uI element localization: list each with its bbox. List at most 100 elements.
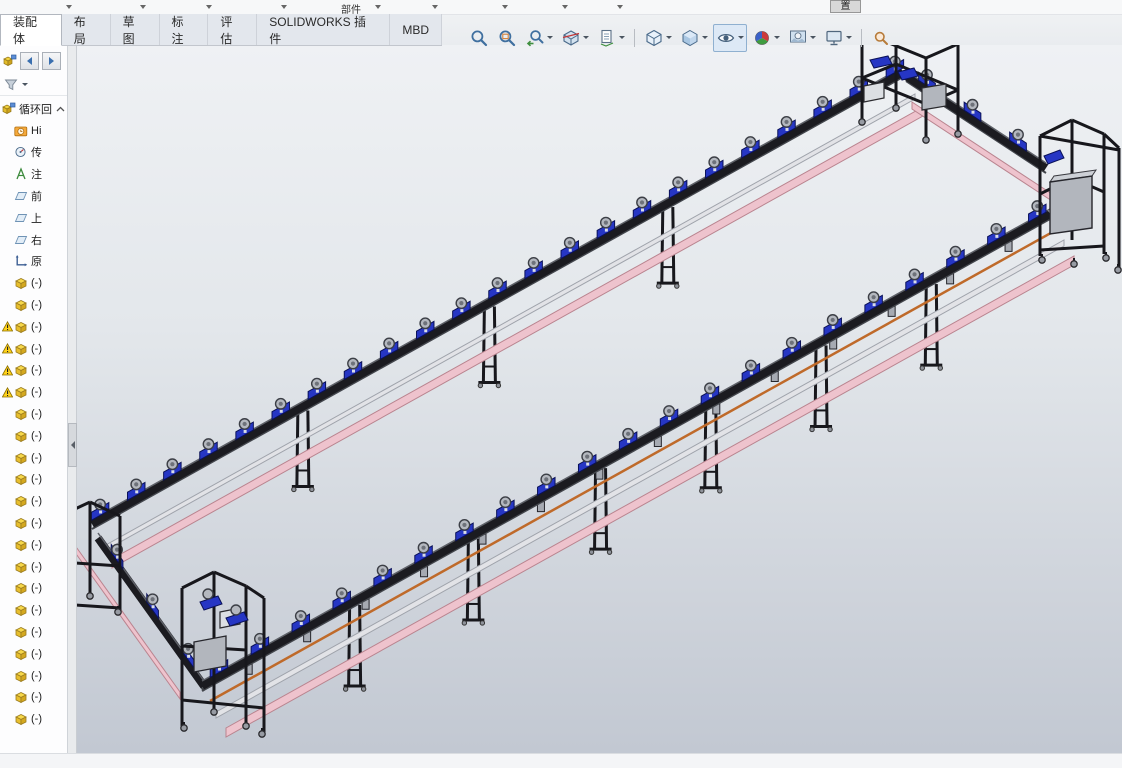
graphics-viewport[interactable] bbox=[77, 45, 1122, 753]
tree-item-component[interactable]: (-) bbox=[0, 469, 67, 491]
tree-item-history[interactable]: Hi bbox=[0, 120, 67, 142]
display-style-button[interactable] bbox=[677, 24, 711, 52]
arrow-left-icon bbox=[27, 57, 32, 65]
edit-appearance-button[interactable] bbox=[749, 24, 783, 52]
tree-item-component[interactable]: (-) bbox=[0, 360, 67, 382]
assembly-icon bbox=[2, 102, 16, 116]
dropdown-caret-icon[interactable] bbox=[375, 5, 381, 9]
panel-splitter[interactable] bbox=[68, 45, 77, 753]
tree-item-component[interactable]: (-) bbox=[0, 621, 67, 643]
tree-item-plane[interactable]: 上 bbox=[0, 207, 67, 229]
tree-item-component[interactable]: (-) bbox=[0, 294, 67, 316]
previous-view-button[interactable] bbox=[522, 24, 556, 52]
tree-item-label: (-) bbox=[31, 670, 42, 682]
tab-layout[interactable]: 布局 bbox=[62, 14, 111, 45]
tree-item-label: 传 bbox=[31, 144, 42, 160]
dropdown-caret-icon[interactable] bbox=[774, 36, 780, 39]
dropdown-caret-icon[interactable] bbox=[502, 5, 508, 9]
tree-item-component[interactable]: (-) bbox=[0, 556, 67, 578]
tree-item-plane[interactable]: 右 bbox=[0, 229, 67, 251]
warning-icon bbox=[2, 321, 14, 332]
tree-item-component[interactable]: (-) bbox=[0, 708, 67, 730]
panel-back-button[interactable] bbox=[20, 52, 39, 70]
dropdown-caret-icon[interactable] bbox=[702, 36, 708, 39]
tree-item-component[interactable]: (-) bbox=[0, 665, 67, 687]
tree-item-sensors[interactable]: 传 bbox=[0, 142, 67, 164]
component-icon bbox=[14, 669, 28, 683]
dropdown-caret-icon[interactable] bbox=[846, 36, 852, 39]
dropdown-caret-icon[interactable] bbox=[562, 5, 568, 9]
tree-item-label: (-) bbox=[31, 626, 42, 638]
tree-item-component[interactable]: (-) bbox=[0, 599, 67, 621]
tree-item-component[interactable]: (-) bbox=[0, 403, 67, 425]
filter-funnel-icon[interactable] bbox=[4, 77, 18, 91]
tree-item-label: (-) bbox=[31, 321, 42, 333]
zoom-to-fit-button[interactable] bbox=[466, 24, 492, 52]
tree-item-plane[interactable]: 前 bbox=[0, 185, 67, 207]
tree-item-component[interactable]: (-) bbox=[0, 643, 67, 665]
component-icon bbox=[14, 298, 28, 312]
dropdown-caret-icon[interactable] bbox=[583, 36, 589, 39]
tree-item-component[interactable]: (-) bbox=[0, 512, 67, 534]
tree-item-component[interactable]: (-) bbox=[0, 490, 67, 512]
appearance-ball-icon bbox=[752, 28, 772, 48]
dropdown-caret-icon[interactable] bbox=[432, 5, 438, 9]
tree-filter[interactable] bbox=[0, 73, 67, 96]
component-icon bbox=[14, 320, 28, 334]
view-orientation-button[interactable] bbox=[641, 24, 675, 52]
dropdown-caret-icon[interactable] bbox=[619, 36, 625, 39]
view-settings-button[interactable] bbox=[821, 24, 855, 52]
warning-icon bbox=[2, 387, 14, 398]
dropdown-caret-icon[interactable] bbox=[206, 5, 212, 9]
component-icon bbox=[14, 647, 28, 661]
tree-item-component[interactable]: (-) bbox=[0, 425, 67, 447]
tree-item-component[interactable]: (-) bbox=[0, 338, 67, 360]
component-icon bbox=[14, 385, 28, 399]
zoom-to-area-button[interactable] bbox=[494, 24, 520, 52]
magnified-selection-button[interactable] bbox=[868, 24, 894, 52]
tab-assembly[interactable]: 装配体 bbox=[0, 14, 62, 46]
tree-item-origin[interactable]: 原 bbox=[0, 251, 67, 273]
dropdown-caret-icon[interactable] bbox=[810, 36, 816, 39]
hide-show-items-button[interactable] bbox=[713, 24, 747, 52]
tree-item-component[interactable]: (-) bbox=[0, 687, 67, 709]
tab-sketch[interactable]: 草图 bbox=[111, 14, 160, 45]
tree-item-component[interactable]: (-) bbox=[0, 578, 67, 600]
section-view-button[interactable] bbox=[558, 24, 592, 52]
assembly-3d-model[interactable] bbox=[77, 45, 1122, 753]
tree-item-annotations[interactable]: 注 bbox=[0, 163, 67, 185]
collapse-handle[interactable] bbox=[68, 423, 77, 467]
tree-item-label: 原 bbox=[31, 253, 42, 269]
featuremanager-tab-icon[interactable] bbox=[3, 54, 17, 68]
tree-item-label: 前 bbox=[31, 188, 42, 204]
tab-mbd[interactable]: MBD bbox=[390, 14, 442, 45]
dropdown-caret-icon[interactable] bbox=[140, 5, 146, 9]
tree-item-component[interactable]: (-) bbox=[0, 272, 67, 294]
annotation-view-button[interactable] bbox=[594, 24, 628, 52]
tree-item-component[interactable]: (-) bbox=[0, 381, 67, 403]
apply-scene-button[interactable] bbox=[785, 24, 819, 52]
dropdown-caret-icon[interactable] bbox=[738, 36, 744, 39]
dropdown-caret-icon[interactable] bbox=[666, 36, 672, 39]
tree-item-component[interactable]: (-) bbox=[0, 316, 67, 338]
dropdown-caret-icon[interactable] bbox=[22, 83, 28, 86]
dropdown-caret-icon[interactable] bbox=[281, 5, 287, 9]
command-manager-tabs: 装配体布局草图标注评估SOLIDWORKS 插件MBD bbox=[0, 14, 442, 46]
tree-item-component[interactable]: (-) bbox=[0, 447, 67, 469]
panel-forward-button[interactable] bbox=[42, 52, 61, 70]
tab-annotation[interactable]: 标注 bbox=[160, 14, 209, 45]
config-button[interactable]: 置 bbox=[830, 0, 861, 13]
tree-item-label: (-) bbox=[31, 430, 42, 442]
tree-item-label: (-) bbox=[31, 386, 42, 398]
dropdown-caret-icon[interactable] bbox=[66, 5, 72, 9]
magnifier-arrow-icon bbox=[525, 28, 545, 48]
tab-evaluate[interactable]: 评估 bbox=[208, 14, 257, 45]
tree-item-component[interactable]: (-) bbox=[0, 534, 67, 556]
dropdown-caret-icon[interactable] bbox=[617, 5, 623, 9]
tab-solidworks-addins[interactable]: SOLIDWORKS 插件 bbox=[257, 14, 390, 45]
collapse-chevron-icon[interactable] bbox=[56, 106, 65, 112]
tree-root-label: 循环回 bbox=[19, 101, 52, 117]
tree-root-assembly[interactable]: 循环回 bbox=[0, 98, 67, 120]
dropdown-caret-icon[interactable] bbox=[547, 36, 553, 39]
plane-icon bbox=[14, 211, 28, 225]
